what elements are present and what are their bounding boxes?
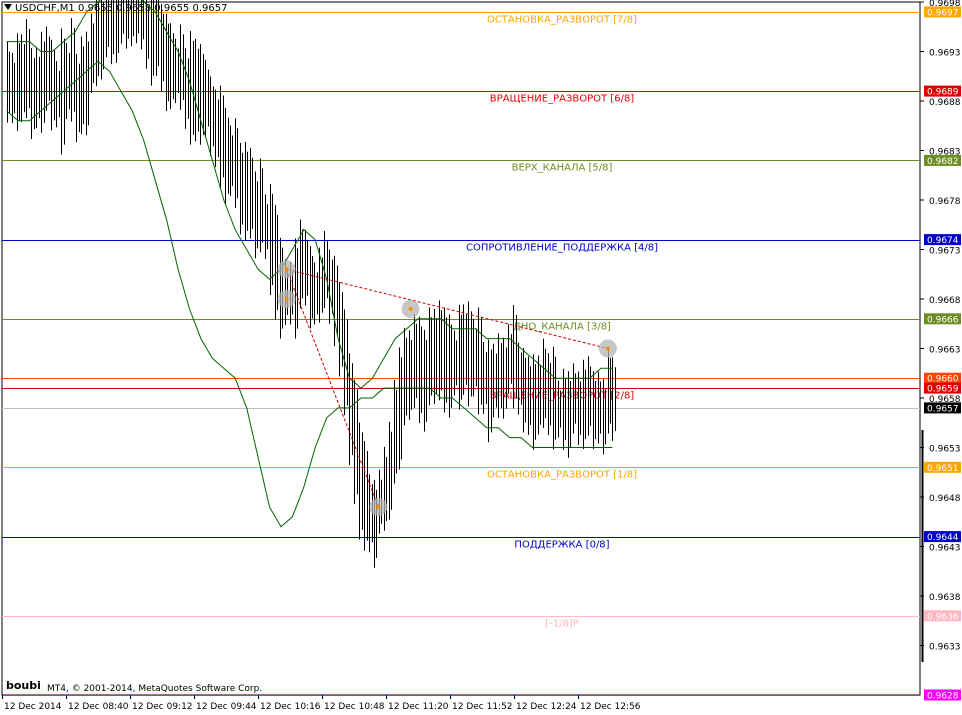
level-price-label: 0.9659 <box>927 385 959 395</box>
level-price-label: 0.9644 <box>927 533 959 543</box>
time-tick-label: 12 Dec 11:52 <box>452 702 513 712</box>
time-tick-label: 12 Dec 11:20 <box>388 702 449 712</box>
level-label: ПОДДЕРЖКА [0/8] <box>514 540 609 551</box>
anchor-dot <box>605 346 610 351</box>
level-price-label: 0.9697 <box>927 8 959 18</box>
level-label: СОПРОТИВЛЕНИЕ_ПОДДЕРЖКА [4/8] <box>466 243 658 254</box>
time-tick-label: 12 Dec 12:56 <box>580 702 641 712</box>
anchor-dot <box>408 306 413 311</box>
level-label: ВРАЩЕНИЕ_РАЗВОРОТ [6/8] <box>490 94 635 105</box>
current-price-label: 0.9657 <box>927 404 959 414</box>
price-tick-label: 0.9693 <box>929 49 961 59</box>
level-label: ОСТАНОВКА_РАЗВОРОТ [1/8] <box>487 470 637 481</box>
price-tick-label: 0.9638 <box>929 593 961 603</box>
price-tick-label: 0.9688 <box>929 98 961 108</box>
time-tick-label: 12 Dec 09:12 <box>132 702 193 712</box>
anchor-dot <box>376 504 381 509</box>
time-tick-label: 12 Dec 2014 <box>4 702 62 712</box>
level-price-label: 0.9689 <box>927 88 959 98</box>
time-tick-label: 12 Dec 12:24 <box>516 702 577 712</box>
price-tick-label: 0.9653 <box>929 445 961 455</box>
time-tick-label: 12 Dec 08:40 <box>68 702 129 712</box>
level-label: ДНО_КАНАЛА [3/8] <box>513 322 611 333</box>
level-price-label: 0.9666 <box>927 315 959 325</box>
level-label: [-1/8]P <box>545 619 579 630</box>
copyright-text: MT4, © 2001-2014, MetaQuotes Software Co… <box>47 684 263 694</box>
level-price-label: 0.9651 <box>927 464 959 474</box>
price-tick-label: 0.9643 <box>929 544 961 554</box>
time-tick-label: 12 Dec 09:44 <box>196 702 257 712</box>
price-tick-label: 0.9673 <box>929 247 961 257</box>
level-label: ВЕРХ_КАНАЛА [5/8] <box>512 163 613 174</box>
username: boubi <box>6 679 41 692</box>
price-tick-label: 0.9648 <box>929 494 961 504</box>
price-tick-label: 0.9663 <box>929 346 961 356</box>
time-tick-label: 12 Dec 10:48 <box>324 702 385 712</box>
price-tick-label: 0.9668 <box>929 296 961 306</box>
price-chart[interactable]: ОСТАНОВКА_РАЗВОРОТ [7/8] ВРАЩЕНИЕ_РАЗВОРО… <box>0 0 962 715</box>
level-price-label: 0.9674 <box>927 236 959 246</box>
bollinger-lower-band <box>6 60 613 528</box>
level-price-label: 0.9682 <box>927 157 959 167</box>
anchor-dot <box>284 297 289 301</box>
level-price-label: 0.9636 <box>927 612 959 622</box>
level-price-label: 0.9628 <box>927 692 959 702</box>
time-tick-label: 12 Dec 10:16 <box>260 702 321 712</box>
price-tick-label: 0.9633 <box>929 643 961 653</box>
anchor-dot <box>284 267 289 272</box>
price-tick-label: 0.9678 <box>929 197 961 207</box>
level-label: ОСТАНОВКА_РАЗВОРОТ [7/8] <box>487 15 637 26</box>
